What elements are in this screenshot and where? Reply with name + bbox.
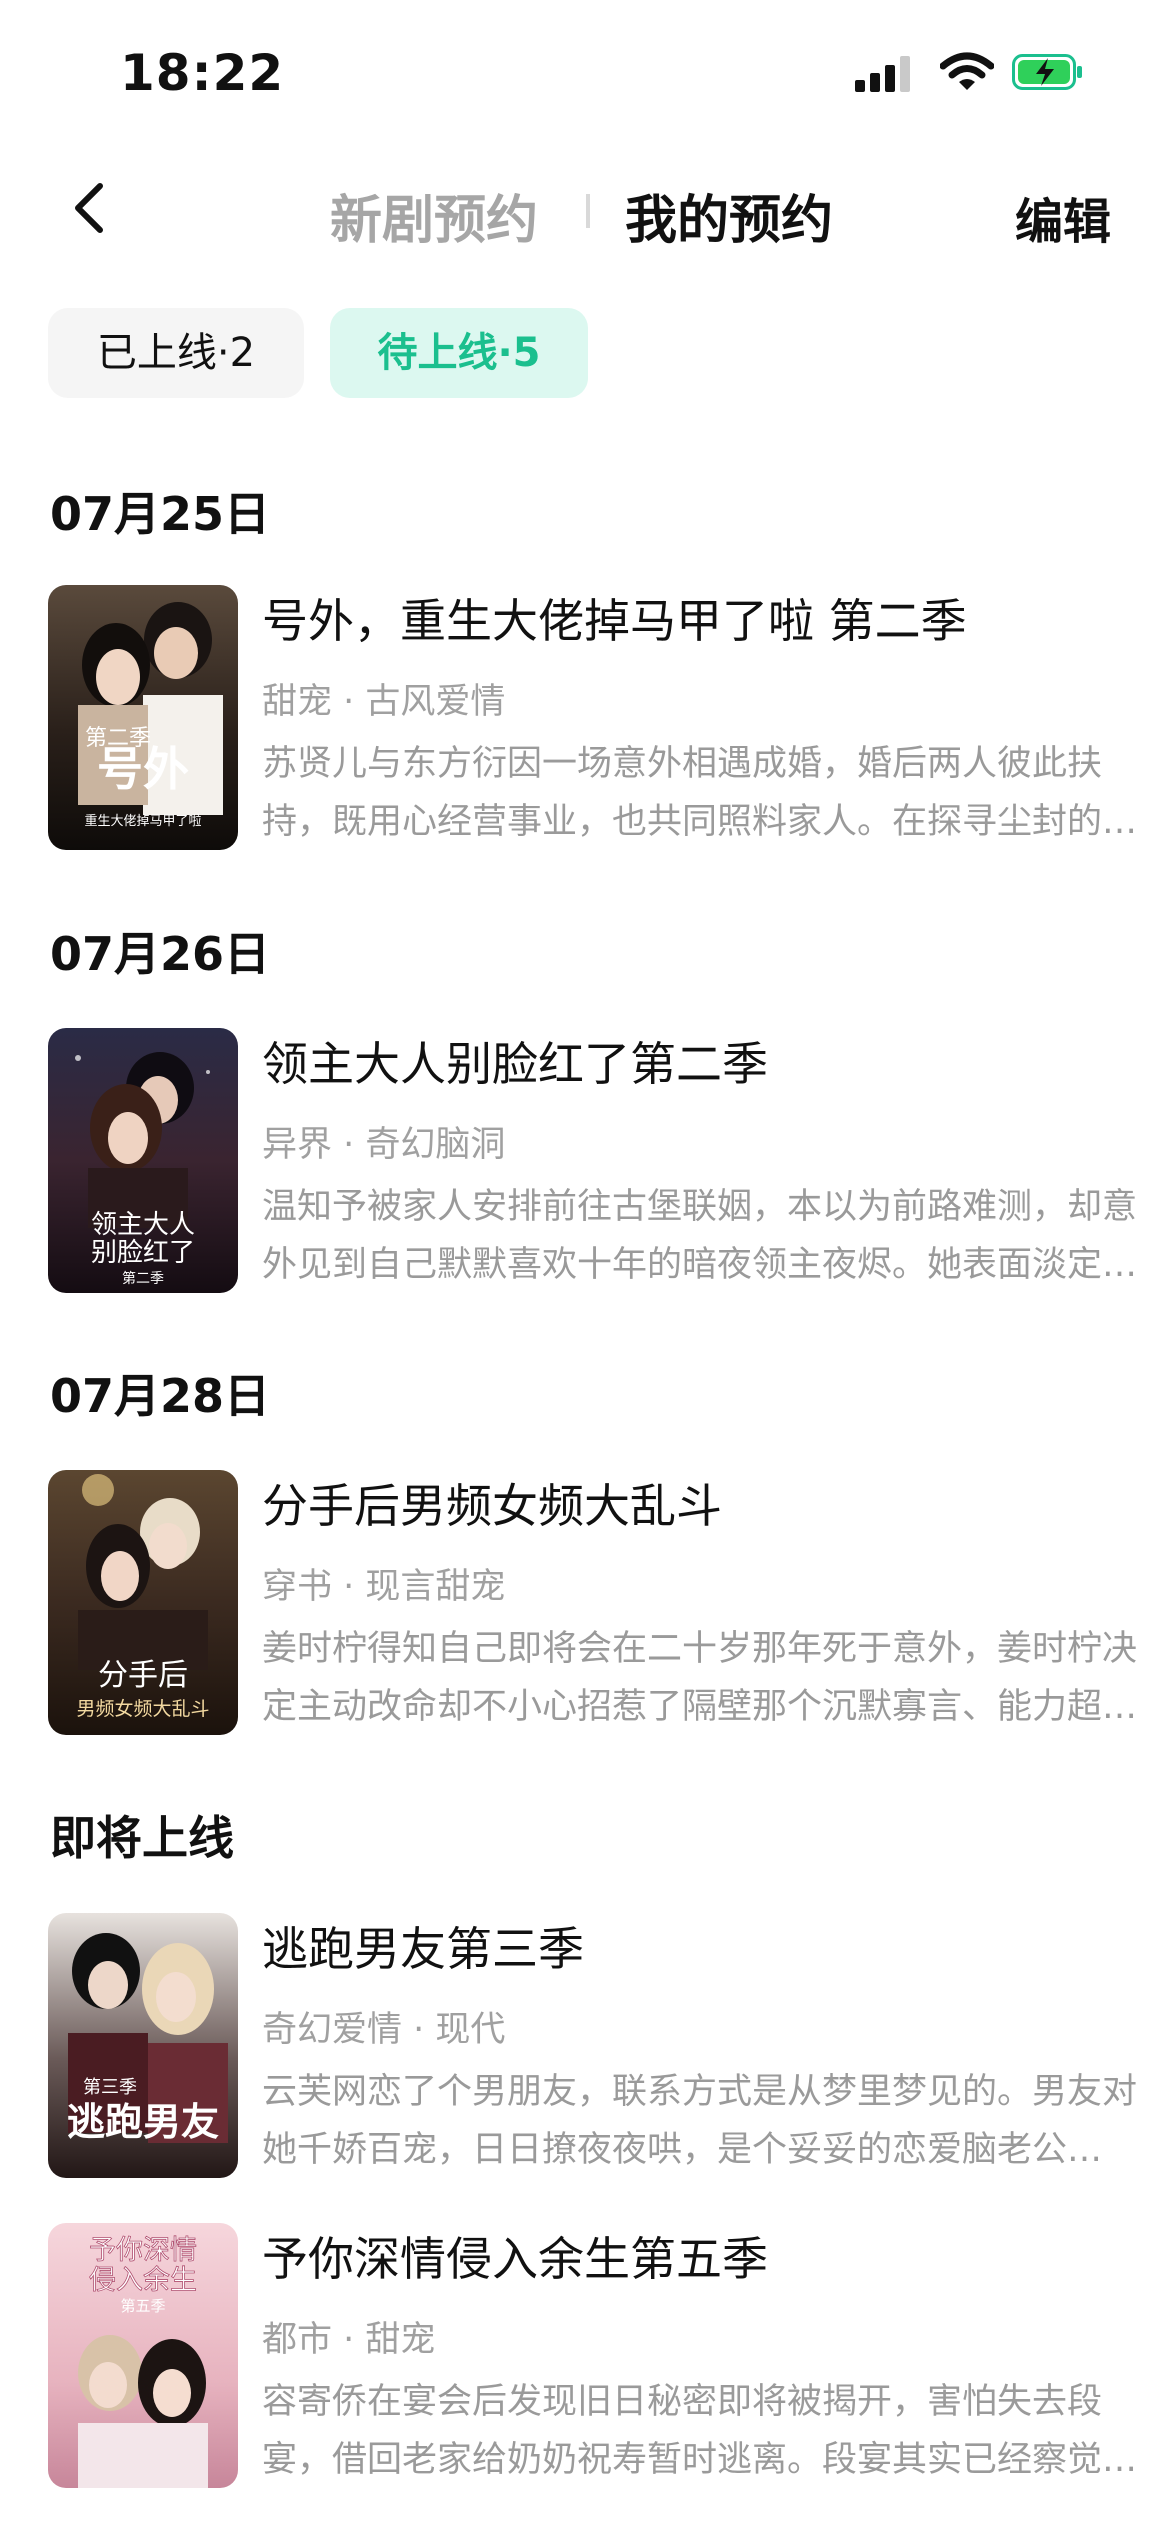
nav-bar: 新剧预约 我的预约 编辑 [0, 150, 1170, 270]
drama-card[interactable]: 领主大人 别脸红了 第二季 领主大人别脸红了第二季 异界 · 奇幻脑洞 温知予被… [48, 1028, 1137, 1293]
poster-title: 领主大人 [91, 1210, 195, 1240]
section-date: 07月25日 [50, 487, 271, 541]
back-chevron-icon[interactable] [62, 178, 122, 238]
filter-online-chip[interactable]: 已上线·2 [48, 308, 304, 398]
drama-description: 云芙网恋了个男朋友，联系方式是从梦里梦见的。男友对她千娇百宠，日日撩夜夜哄，是个… [262, 2072, 1138, 2170]
battery-charging-icon [1012, 54, 1082, 90]
drama-card[interactable]: 分手后 男频女频大乱斗 分手后男频女频大乱斗 穿书 · 现言甜宠 姜时柠得知自己… [48, 1470, 1137, 1735]
poster-title: 逃跑男友 [67, 2099, 219, 2144]
drama-title: 领主大人别脸红了第二季 [262, 1037, 768, 1091]
poster-subtitle: 第二季 [122, 1270, 164, 1287]
drama-title: 分手后男频女频大乱斗 [262, 1479, 722, 1533]
section-date: 07月26日 [50, 927, 271, 981]
drama-card[interactable]: 予你深情 侵入余生 第五季 予你深情侵入余生第五季 都市 · 甜宠 容寄侨在宴会… [48, 2223, 1137, 2488]
poster-image: 逃跑男友 第三季 [48, 1913, 238, 2178]
drama-tags: 都市 · 甜宠 [262, 2320, 436, 2360]
drama-description: 温知予被家人安排前往古堡联姻，本以为前路难测，却意外见到自己默默喜欢十年的暗夜领… [262, 1187, 1138, 1285]
tab-divider [586, 194, 590, 228]
drama-title: 逃跑男友第三季 [262, 1922, 584, 1976]
poster-subtitle: 男频女频大乱斗 [76, 1698, 209, 1720]
cellular-signal-icon [855, 56, 910, 92]
poster-subtitle: 第五季 [120, 2297, 165, 2315]
poster-subtitle: 第二季 [85, 726, 151, 751]
poster-image: 分手后 男频女频大乱斗 [48, 1470, 238, 1735]
drama-description: 容寄侨在宴会后发现旧日秘密即将被揭开，害怕失去段宴，借回老家给奶奶祝寿暂时逃离。… [262, 2382, 1138, 2480]
poster-title: 分手后 [98, 1658, 188, 1693]
drama-tags: 奇幻爱情 · 现代 [262, 2010, 506, 2050]
drama-tags: 异界 · 奇幻脑洞 [262, 1125, 506, 1165]
drama-description: 苏贤儿与东方衍因一场意外相遇成婚，婚后两人彼此扶持，既用心经营事业，也共同照料家… [262, 744, 1138, 842]
drama-card[interactable]: 号外 第二季 重生大佬掉马甲了啦 号外，重生大佬掉马甲了啦 第二季 甜宠 · 古… [48, 585, 1137, 850]
section-date: 07月28日 [50, 1369, 271, 1423]
section-date: 即将上线 [50, 1811, 234, 1865]
poster-image: 号外 第二季 重生大佬掉马甲了啦 [48, 585, 238, 850]
status-time: 18:22 [120, 44, 285, 102]
poster-title-line2: 别脸红了 [91, 1238, 195, 1268]
poster-title: 予你深情 [89, 2235, 197, 2266]
tab-my-reservations[interactable]: 我的预约 [625, 178, 833, 253]
drama-title: 号外，重生大佬掉马甲了啦 第二季 [262, 594, 967, 648]
drama-title: 予你深情侵入余生第五季 [262, 2232, 768, 2286]
drama-description: 姜时柠得知自己即将会在二十岁那年死于意外，姜时柠决定主动改命却不小心招惹了隔壁那… [262, 1629, 1138, 1727]
poster-image: 予你深情 侵入余生 第五季 [48, 2223, 238, 2488]
drama-card[interactable]: 逃跑男友 第三季 逃跑男友第三季 奇幻爱情 · 现代 云芙网恋了个男朋友，联系方… [48, 1913, 1137, 2178]
poster-image: 领主大人 别脸红了 第二季 [48, 1028, 238, 1293]
poster-subtitle: 第三季 [83, 2077, 137, 2098]
edit-button[interactable]: 编辑 [1015, 182, 1111, 252]
status-bar: 18:22 [0, 0, 1170, 150]
poster-title-line2: 侵入余生 [89, 2265, 197, 2296]
wifi-icon [940, 52, 994, 90]
drama-tags: 穿书 · 现言甜宠 [262, 1567, 506, 1607]
filter-upcoming-chip[interactable]: 待上线·5 [330, 308, 588, 398]
poster-caption: 重生大佬掉马甲了啦 [84, 813, 201, 829]
tab-new-reservations[interactable]: 新剧预约 [330, 178, 538, 253]
drama-tags: 甜宠 · 古风爱情 [262, 682, 506, 722]
